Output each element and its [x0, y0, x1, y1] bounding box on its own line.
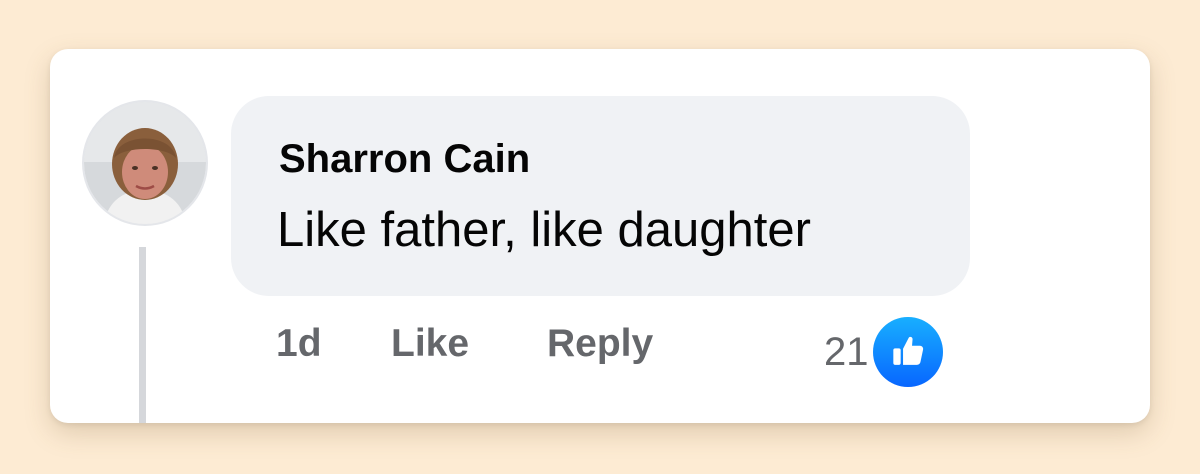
reaction-count: 21 [824, 330, 869, 374]
avatar[interactable] [84, 102, 206, 224]
comment-bubble [231, 96, 970, 296]
reaction-summary[interactable]: 21 [824, 316, 943, 388]
comment-text: Like father, like daughter [277, 203, 811, 257]
comment-actions: 1d Like Reply 21 [50, 317, 1150, 387]
like-button[interactable]: Like [391, 324, 469, 363]
comment-card: Sharron Cain Like father, like daughter … [50, 49, 1150, 423]
comment-author[interactable]: Sharron Cain [279, 139, 530, 179]
reply-button[interactable]: Reply [547, 324, 653, 363]
avatar-photo [84, 102, 206, 224]
comment-timestamp[interactable]: 1d [276, 324, 322, 363]
thumbs-up-icon [872, 317, 943, 387]
